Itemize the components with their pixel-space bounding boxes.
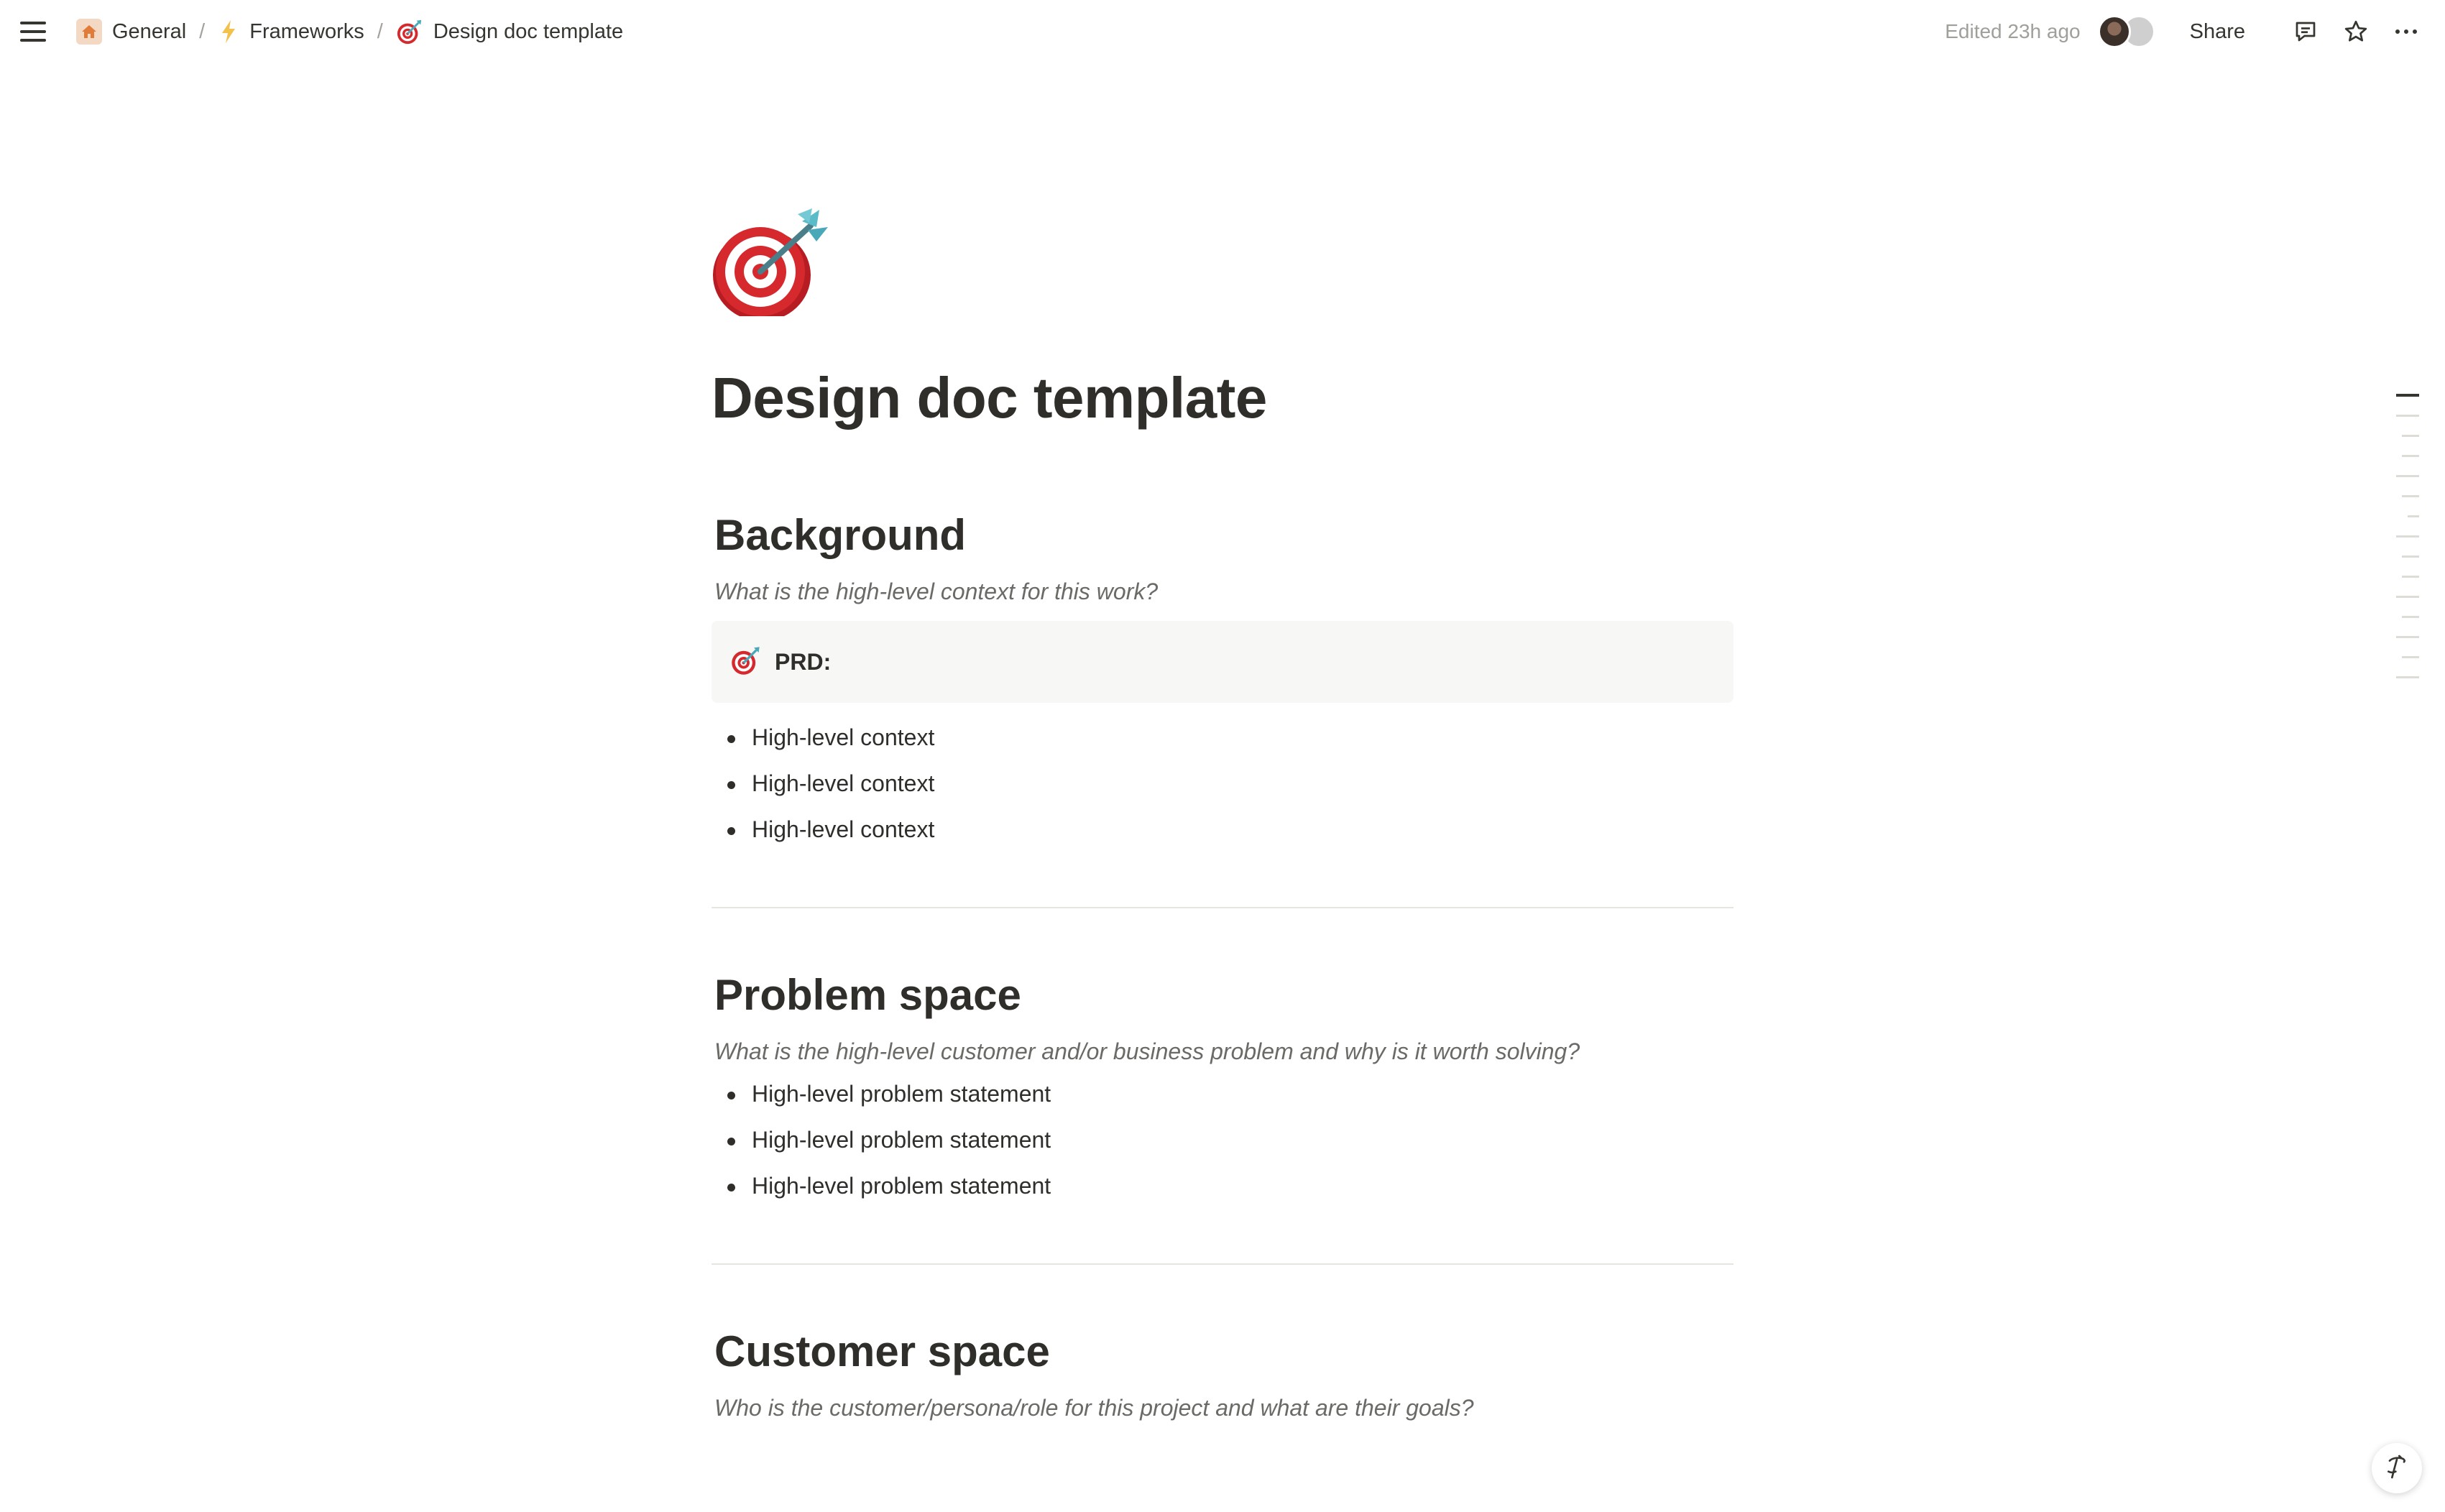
toc-marker[interactable] (2396, 475, 2419, 477)
toc-marker[interactable] (2396, 676, 2419, 678)
comments-icon[interactable] (2287, 13, 2324, 50)
bullet-list: High-level context High-level context Hi… (712, 714, 1733, 852)
list-item[interactable]: High-level context (724, 714, 1733, 760)
top-bar: General / Frameworks / Design doc templa… (0, 0, 2445, 63)
breadcrumb-item-frameworks[interactable]: Frameworks (212, 14, 370, 49)
toc-marker[interactable] (2402, 495, 2419, 497)
divider (712, 907, 1733, 908)
bullet-list: High-level problem statement High-level … (712, 1071, 1733, 1209)
list-item[interactable]: High-level problem statement (724, 1071, 1733, 1117)
breadcrumb-label: General (112, 19, 187, 43)
lightning-icon (218, 19, 239, 45)
breadcrumb: General / Frameworks / Design doc templa… (70, 14, 629, 50)
page-title[interactable]: Design doc template (712, 367, 1733, 430)
section-heading[interactable]: Background (712, 510, 1733, 560)
edited-timestamp: Edited 23h ago (1945, 20, 2081, 42)
table-of-contents-rail[interactable] (2390, 394, 2419, 696)
callout-label: PRD: (775, 648, 832, 675)
top-bar-actions: Edited 23h ago Share (1945, 13, 2425, 50)
avatar (2097, 15, 2131, 48)
toc-marker[interactable] (2408, 515, 2419, 517)
breadcrumb-item-general[interactable]: General (70, 14, 192, 49)
toc-marker[interactable] (2402, 455, 2419, 457)
breadcrumb-item-design-doc[interactable]: Design doc template (390, 14, 629, 50)
divider (712, 1263, 1733, 1265)
toc-marker[interactable] (2402, 556, 2419, 558)
share-button[interactable]: Share (2180, 14, 2255, 50)
star-icon[interactable] (2337, 13, 2375, 50)
toc-marker[interactable] (2402, 435, 2419, 437)
menu-icon[interactable] (20, 17, 49, 46)
toc-marker[interactable] (2396, 415, 2419, 417)
toc-marker[interactable] (2402, 616, 2419, 618)
target-icon (396, 18, 423, 45)
section-heading[interactable]: Problem space (712, 970, 1733, 1020)
toc-marker[interactable] (2396, 596, 2419, 598)
list-item[interactable]: High-level context (724, 806, 1733, 852)
section-hint[interactable]: Who is the customer/persona/role for thi… (712, 1395, 1733, 1421)
breadcrumb-label: Design doc template (433, 19, 624, 43)
toc-marker[interactable] (2402, 656, 2419, 658)
list-item[interactable]: High-level problem statement (724, 1163, 1733, 1209)
home-icon (76, 19, 102, 45)
section-problem-space: Problem space What is the high-level cus… (712, 970, 1733, 1209)
section-hint[interactable]: What is the high-level customer and/or b… (712, 1038, 1733, 1065)
prd-callout[interactable]: PRD: (712, 621, 1733, 703)
toc-marker[interactable] (2396, 535, 2419, 538)
toc-marker[interactable] (2396, 394, 2419, 397)
breadcrumb-separator: / (377, 19, 383, 43)
toc-marker[interactable] (2396, 636, 2419, 638)
more-options-icon[interactable] (2388, 13, 2425, 50)
section-background: Background What is the high-level contex… (712, 510, 1733, 852)
breadcrumb-separator: / (199, 19, 206, 43)
ai-assistant-icon (2382, 1452, 2411, 1485)
list-item[interactable]: High-level problem statement (724, 1117, 1733, 1163)
help-button[interactable] (2372, 1443, 2422, 1493)
breadcrumb-label: Frameworks (249, 19, 364, 43)
target-icon (730, 645, 762, 680)
target-icon[interactable] (712, 208, 831, 321)
section-customer-space: Customer space Who is the customer/perso… (712, 1327, 1733, 1421)
page-content: Design doc template Background What is t… (712, 208, 1733, 1421)
collaborator-avatars[interactable] (2097, 14, 2160, 50)
section-heading[interactable]: Customer space (712, 1327, 1733, 1376)
toc-marker[interactable] (2402, 576, 2419, 578)
list-item[interactable]: High-level context (724, 760, 1733, 806)
section-hint[interactable]: What is the high-level context for this … (712, 578, 1733, 605)
